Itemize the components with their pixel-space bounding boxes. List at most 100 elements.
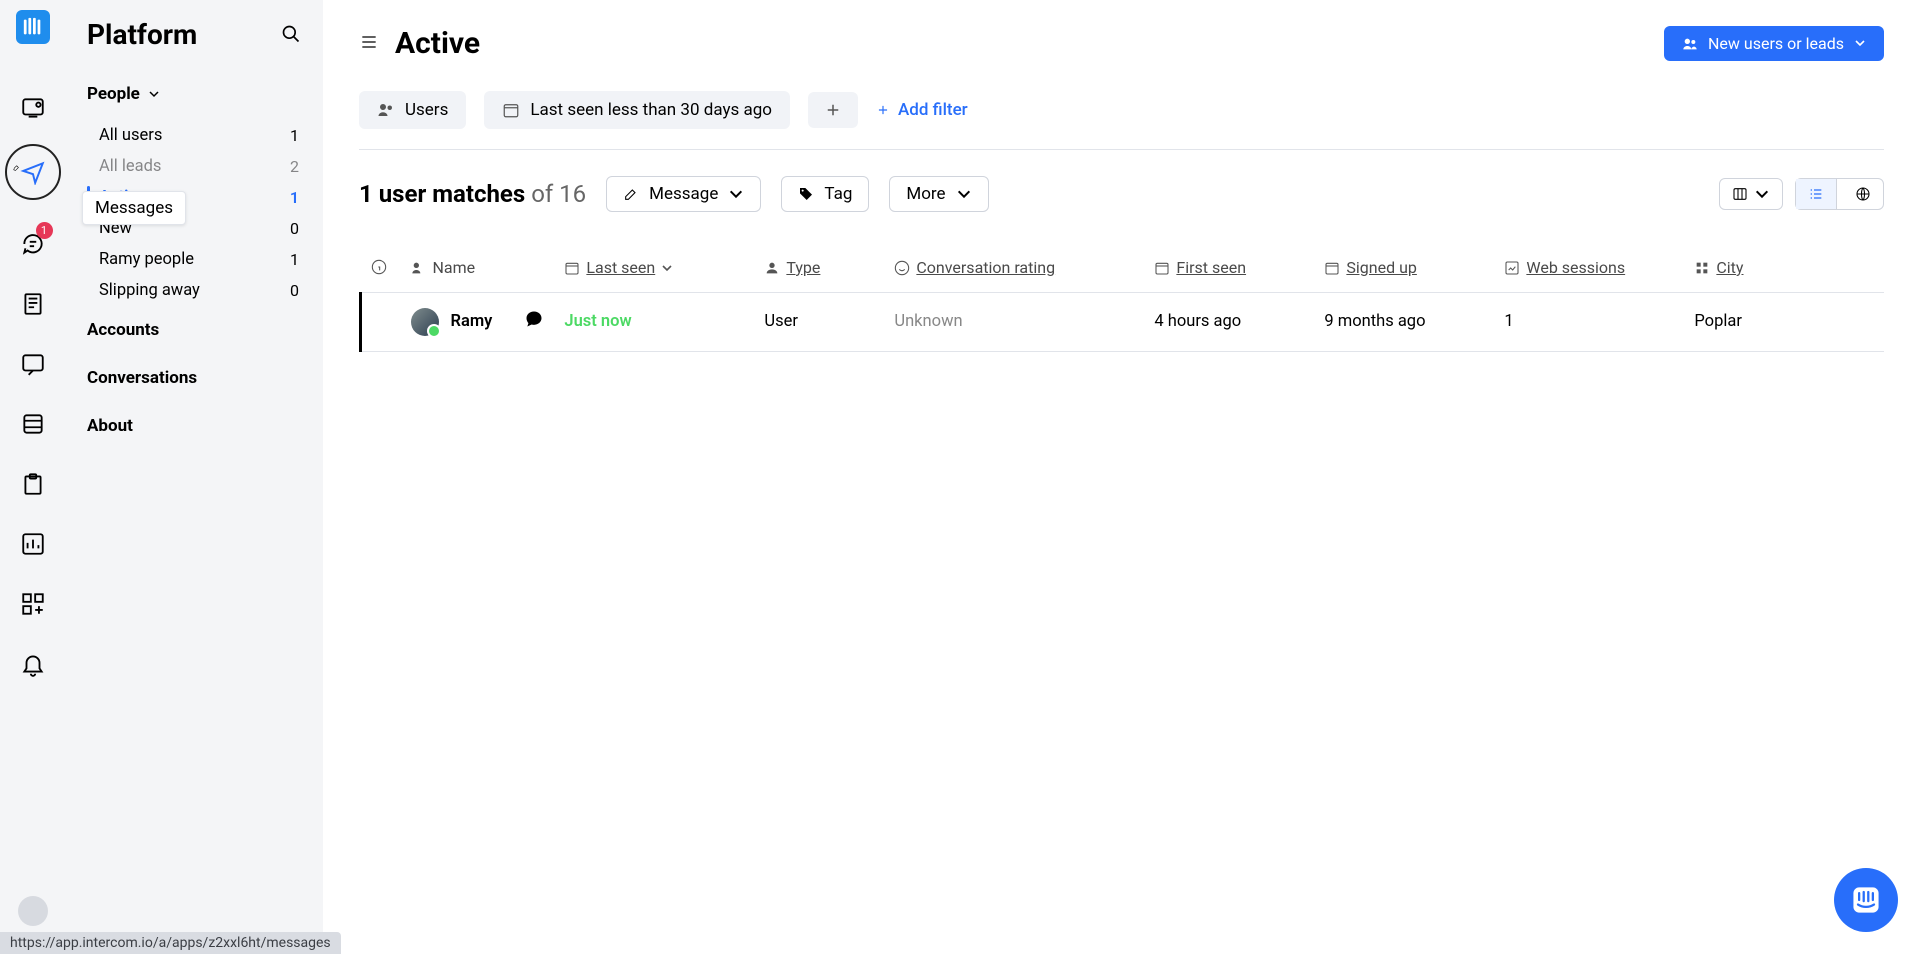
sidebar-section-conversations[interactable]: Conversations: [65, 354, 323, 402]
nav-articles-icon[interactable]: [9, 280, 57, 328]
tag-button-label: Tag: [824, 184, 852, 204]
icon-rail: 1: [0, 0, 65, 954]
row-signedup: 9 months ago: [1314, 292, 1494, 352]
nav-platform-icon[interactable]: [9, 84, 57, 132]
tag-icon: [798, 186, 814, 202]
sidebar-section-accounts[interactable]: Accounts: [65, 306, 323, 354]
chat-bubble-icon[interactable]: [524, 309, 544, 334]
users-icon: [377, 101, 395, 119]
col-convrating[interactable]: Conversation rating: [916, 258, 1055, 277]
chevron-down-icon: [1854, 34, 1866, 53]
sidebar-item-ramy-people[interactable]: Ramy people 1: [65, 244, 323, 275]
sidebar: Platform People All users 1 All leads 2 …: [65, 0, 323, 954]
nav-apps-icon[interactable]: [9, 580, 57, 628]
tag-button[interactable]: Tag: [781, 176, 869, 212]
nav-messages-icon[interactable]: [5, 144, 61, 200]
nav-book-icon[interactable]: [9, 400, 57, 448]
new-users-button[interactable]: New users or leads: [1664, 26, 1884, 61]
nav-inbox-icon[interactable]: 1: [9, 220, 57, 268]
people-section-toggle[interactable]: People: [65, 84, 323, 104]
row-city: Poplar: [1684, 292, 1884, 352]
info-icon[interactable]: [371, 259, 387, 275]
filter-add-chip[interactable]: [808, 92, 858, 128]
nav-reports-icon[interactable]: [9, 520, 57, 568]
col-websessions[interactable]: Web sessions: [1526, 258, 1625, 277]
row-name: Ramy: [451, 312, 493, 331]
chevron-down-icon: [1754, 186, 1770, 202]
col-lastseen[interactable]: Last seen: [586, 258, 655, 277]
calendar-icon: [1154, 260, 1170, 276]
sidebar-section-about[interactable]: About: [65, 402, 323, 450]
new-users-label: New users or leads: [1708, 34, 1844, 53]
chat-launcher[interactable]: [1834, 868, 1898, 932]
filter-chip-label: Users: [405, 100, 448, 120]
users-icon: [1682, 36, 1698, 52]
status-url: https://app.intercom.io/a/apps/z2xxl6ht/…: [0, 932, 341, 954]
add-filter-button[interactable]: Add filter: [876, 100, 968, 120]
user-icon: [764, 260, 780, 276]
divider: [359, 149, 1884, 150]
nav-notifications-icon[interactable]: [9, 640, 57, 688]
add-filter-label: Add filter: [898, 100, 968, 120]
sidebar-item-slipping-away[interactable]: Slipping away 0: [65, 275, 323, 306]
map-view-button[interactable]: [1843, 179, 1883, 209]
sidebar-item-count: 2: [290, 157, 299, 176]
globe-icon: [1855, 186, 1871, 202]
messages-tooltip: Messages: [82, 191, 186, 225]
nav-profile-avatar[interactable]: [18, 896, 48, 926]
filter-chip-lastseen[interactable]: Last seen less than 30 days ago: [484, 91, 790, 129]
users-icon: [411, 260, 427, 276]
page-title: Active: [395, 26, 480, 61]
filter-chip-label: Last seen less than 30 days ago: [530, 100, 772, 120]
users-table: Name Last seen Type Conversation rating: [359, 246, 1884, 352]
sidebar-item-count: 1: [290, 188, 299, 207]
sidebar-item-count: 1: [290, 250, 299, 269]
search-icon[interactable]: [281, 18, 301, 51]
inbox-badge: 1: [36, 222, 53, 239]
list-icon: [1808, 186, 1824, 202]
calendar-icon: [564, 260, 580, 276]
col-type[interactable]: Type: [786, 258, 820, 277]
sidebar-item-label: Slipping away: [99, 281, 200, 300]
intercom-icon: [1850, 884, 1882, 916]
main-content: Active New users or leads Users Last see…: [323, 0, 1920, 954]
sidebar-item-label: Ramy people: [99, 250, 194, 269]
col-signedup[interactable]: Signed up: [1346, 258, 1417, 277]
calendar-icon: [1324, 260, 1340, 276]
nav-clipboard-icon[interactable]: [9, 460, 57, 508]
compose-icon: [623, 186, 639, 202]
chevron-down-icon: [956, 186, 972, 202]
avatar: [411, 308, 439, 336]
plus-icon: [876, 103, 890, 117]
sidebar-item-count: 1: [290, 126, 299, 145]
chevron-down-icon: [728, 186, 744, 202]
row-firstseen: 4 hours ago: [1144, 292, 1314, 352]
col-city[interactable]: City: [1716, 258, 1743, 277]
col-name[interactable]: Name: [433, 258, 476, 277]
smile-icon: [894, 260, 910, 276]
toggle-sidebar-icon[interactable]: [359, 32, 379, 56]
app-logo[interactable]: [16, 10, 50, 44]
sidebar-item-label: All leads: [99, 157, 161, 176]
more-button[interactable]: More: [889, 176, 988, 212]
filter-chip-users[interactable]: Users: [359, 91, 466, 129]
more-button-label: More: [906, 184, 945, 204]
chart-icon: [1504, 260, 1520, 276]
col-firstseen[interactable]: First seen: [1176, 258, 1246, 277]
people-section-label: People: [87, 84, 140, 104]
sidebar-title: Platform: [87, 18, 197, 51]
message-button-label: Message: [649, 184, 718, 204]
row-convrating: Unknown: [884, 292, 1144, 352]
message-button[interactable]: Message: [606, 176, 761, 212]
view-mode-toggle: [1795, 178, 1884, 210]
sidebar-item-all-leads[interactable]: All leads 2: [65, 151, 323, 182]
chevron-down-icon: [148, 88, 160, 100]
plus-icon: [824, 101, 842, 119]
columns-toggle[interactable]: [1719, 178, 1783, 210]
row-websessions: 1: [1494, 292, 1684, 352]
sidebar-item-all-users[interactable]: All users 1: [65, 120, 323, 151]
row-type: User: [754, 292, 884, 352]
nav-chat-icon[interactable]: [9, 340, 57, 388]
list-view-button[interactable]: [1796, 179, 1837, 209]
table-row[interactable]: Ramy Just now User Unknown 4 hours ago 9…: [361, 292, 1885, 352]
